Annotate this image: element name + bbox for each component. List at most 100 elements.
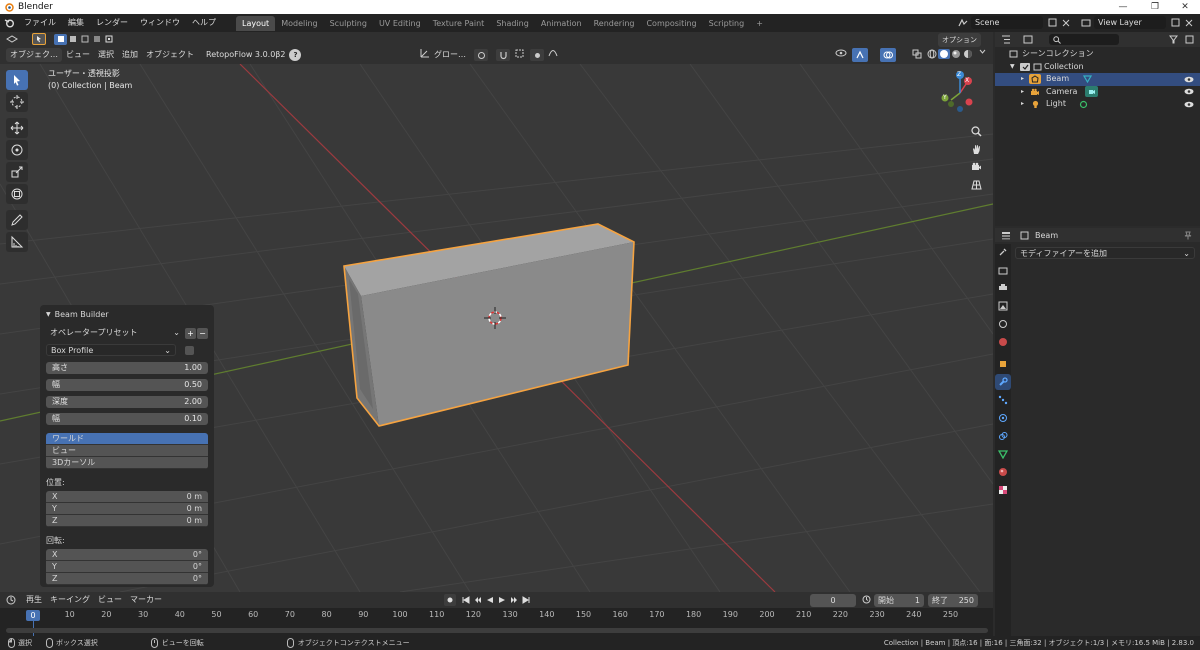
beam-object[interactable] [343, 223, 635, 427]
current-frame-field[interactable]: 0 [810, 594, 856, 607]
delete-view-layer-icon[interactable] [1182, 19, 1196, 27]
menu-view[interactable]: ビュー [62, 46, 94, 64]
proportional-edit-icon[interactable] [530, 49, 544, 61]
end-frame-field[interactable]: 終了 250 [928, 594, 978, 607]
preview-range-clock-icon[interactable] [860, 595, 872, 604]
tab-tool[interactable] [995, 244, 1011, 260]
align-world-option[interactable]: ワールド [46, 433, 208, 445]
menu-timeline-view[interactable]: ビュー [94, 592, 126, 608]
retopoflow-help-icon[interactable]: ? [289, 49, 302, 61]
shading-solid-icon[interactable] [938, 49, 950, 59]
timeline-ruler[interactable]: 10 20 30 40 50 60 70 80 90 100 110 120 130 140 150 160 1… [0, 608, 993, 636]
collapse-triangle-icon[interactable]: ▼ [46, 308, 51, 322]
select-mode-invert-icon[interactable] [91, 35, 103, 43]
shading-wireframe-icon[interactable] [926, 49, 938, 59]
snap-target-icon[interactable] [512, 49, 526, 58]
tab-world[interactable] [995, 334, 1011, 350]
editor-type-icon[interactable] [0, 34, 24, 44]
transform-orientation-dropdown[interactable]: グロー… [430, 46, 470, 64]
transform-tool[interactable] [6, 184, 28, 204]
prev-keyframe-icon[interactable] [472, 596, 484, 604]
tab-rendering[interactable]: Rendering [588, 16, 641, 31]
play-reverse-icon[interactable] [484, 596, 496, 604]
tab-layout[interactable]: Layout [236, 16, 276, 31]
add-preset-button[interactable]: + [185, 327, 196, 339]
display-mode-icon[interactable] [1017, 35, 1039, 44]
tab-uv-editing[interactable]: UV Editing [373, 16, 427, 31]
outliner-editor-type-icon[interactable] [995, 35, 1017, 44]
menu-object[interactable]: オブジェクト [142, 46, 198, 64]
tab-modifiers[interactable] [995, 374, 1011, 390]
select-mode-extend-icon[interactable] [67, 35, 79, 43]
select-box-tool[interactable] [6, 70, 28, 90]
timeline-editor-type-icon[interactable] [0, 595, 22, 605]
playhead[interactable]: 0 [26, 610, 40, 621]
scene-collection-row[interactable]: シーンコレクション [995, 48, 1200, 61]
tab-texture-paint[interactable]: Texture Paint [427, 16, 491, 31]
light-expand-icon[interactable]: ▸ [1021, 98, 1029, 111]
menu-select[interactable]: 選択 [94, 46, 118, 64]
blender-menu-icon[interactable] [0, 18, 18, 28]
shading-rendered-icon[interactable] [962, 49, 974, 59]
close-button[interactable]: ✕ [1170, 0, 1200, 14]
options-dropdown[interactable]: オプション [938, 33, 981, 47]
menu-keying[interactable]: キーイング [46, 592, 94, 608]
outliner-item-beam[interactable]: ▸ Beam [995, 73, 1200, 86]
camera-view-icon[interactable] [968, 158, 984, 176]
select-tool-icon[interactable] [32, 33, 46, 45]
operator-panel-header[interactable]: ▼ Beam Builder [46, 308, 208, 322]
width-field[interactable]: 幅 0.50 [46, 379, 208, 391]
beam-visibility-eye-icon[interactable] [1184, 76, 1194, 83]
cursor-tool[interactable] [6, 92, 28, 112]
tab-sculpting[interactable]: Sculpting [324, 16, 373, 31]
tab-animation[interactable]: Animation [535, 16, 588, 31]
scene-icon[interactable] [955, 18, 971, 28]
tab-texture[interactable] [995, 482, 1011, 498]
depth-field[interactable]: 深度 2.00 [46, 396, 208, 408]
rotate-tool[interactable] [6, 140, 28, 160]
3d-viewport[interactable]: ユーザー・透視投影 (0) Collection | Beam Z X Y ▼ … [0, 64, 993, 592]
view-layer-field[interactable]: View Layer [1094, 16, 1166, 29]
menu-playback[interactable]: 再生 [22, 592, 46, 608]
scene-name-field[interactable]: Scene [971, 16, 1043, 29]
next-keyframe-icon[interactable] [508, 596, 520, 604]
new-view-layer-icon[interactable] [1168, 18, 1182, 27]
measure-tool[interactable] [6, 232, 28, 252]
collection-checkbox[interactable] [1020, 62, 1030, 71]
light-visibility-eye-icon[interactable] [1184, 101, 1194, 108]
select-mode-intersect-icon[interactable] [103, 35, 115, 43]
remove-preset-button[interactable]: − [197, 327, 208, 339]
move-tool[interactable] [6, 118, 28, 138]
object-mode-dropdown[interactable]: オブジェク… [6, 48, 62, 62]
view-layer-icon[interactable] [1078, 18, 1094, 28]
tab-compositing[interactable]: Compositing [640, 16, 702, 31]
collection-row[interactable]: ▼ Collection [995, 61, 1200, 74]
maximize-button[interactable]: ❐ [1140, 0, 1170, 14]
tab-shading[interactable]: Shading [490, 16, 535, 31]
operator-preset-dropdown[interactable]: オペレータープリセット ⌄ [46, 327, 184, 339]
start-frame-field[interactable]: 開始 1 [874, 594, 924, 607]
tab-scene[interactable] [995, 316, 1011, 332]
tab-view-layer[interactable] [995, 298, 1011, 314]
tab-constraints[interactable] [995, 428, 1011, 444]
menu-help[interactable]: ヘルプ [186, 14, 222, 32]
tab-modeling[interactable]: Modeling [275, 16, 323, 31]
pivot-point-icon[interactable] [474, 49, 488, 61]
shading-options-chevron-icon[interactable] [976, 49, 988, 54]
pan-hand-icon[interactable] [968, 140, 984, 158]
select-mode-new-icon[interactable] [54, 33, 67, 45]
overlay-toggle-icon[interactable] [880, 48, 896, 62]
jump-end-icon[interactable] [520, 596, 532, 604]
minimize-button[interactable]: — [1108, 0, 1138, 14]
menu-add[interactable]: 追加 [118, 46, 142, 64]
properties-editor-type-icon[interactable] [995, 231, 1017, 240]
rotation-x-field[interactable]: X 0° [46, 549, 208, 561]
xray-toggle-icon[interactable] [910, 49, 924, 59]
location-x-field[interactable]: X 0 m [46, 491, 208, 503]
new-collection-icon[interactable] [1182, 35, 1196, 44]
camera-expand-icon[interactable]: ▸ [1021, 86, 1029, 99]
tab-render[interactable] [995, 262, 1011, 278]
operator-redo-panel[interactable]: ▼ Beam Builder オペレータープリセット ⌄ + − Box Pro… [40, 305, 214, 587]
camera-visibility-eye-icon[interactable] [1184, 88, 1194, 95]
zoom-icon[interactable] [968, 122, 984, 140]
